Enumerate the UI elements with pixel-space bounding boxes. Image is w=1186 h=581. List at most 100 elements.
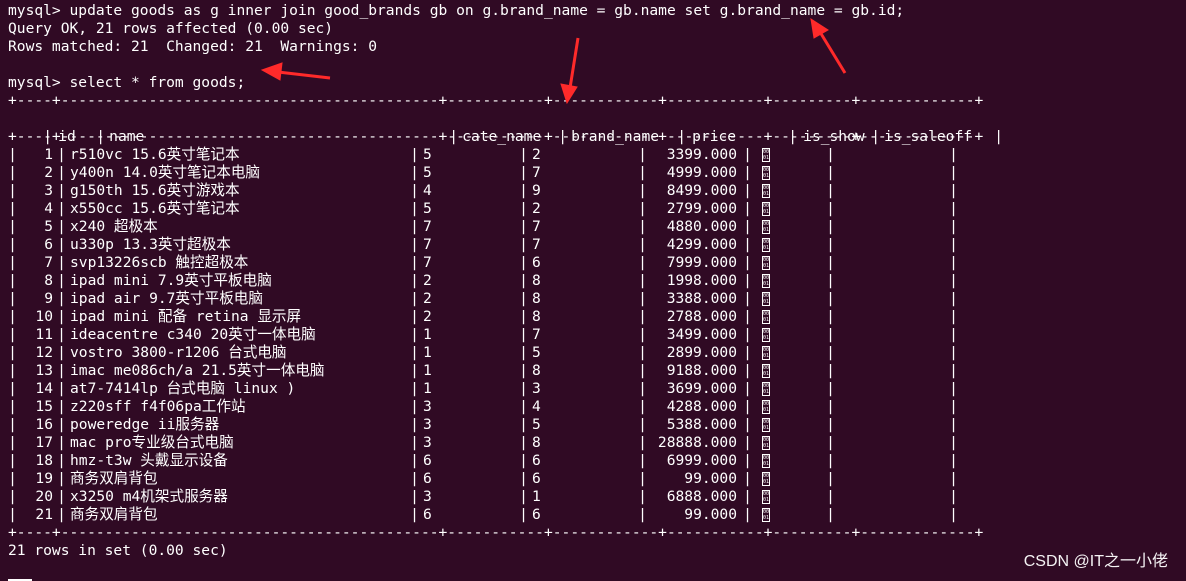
cell-price: 4880.000: [666, 218, 737, 235]
table-row: | 1 | r510vc 15.6英寸笔记本 | 5 | 2 | 3399.000 | 00 01 | |: [8, 146, 958, 163]
cell-cate-name: 3: [423, 488, 432, 505]
cell-brand-name: 7: [532, 218, 541, 235]
binary-value-icon: 00 01: [762, 400, 770, 414]
binary-value-icon: 00 01: [762, 418, 770, 432]
binary-value-icon: 00 01: [762, 436, 770, 450]
table-row: | 18 | hmz-t3w 头戴显示设备 | 6 | 6 | 6999.000 | 00 01 | |: [8, 452, 958, 469]
binary-value-icon: 00 01: [762, 148, 770, 162]
binary-value-icon: 00 01: [762, 364, 770, 378]
table-row: | 2 | y400n 14.0英寸笔记本电脑 | 5 | 7 | 4999.000 | 00 01 | |: [8, 164, 958, 182]
cell-brand-name: 8: [532, 290, 541, 307]
cell-price: 6888.000: [666, 488, 737, 505]
cell-cate-name: 3: [423, 434, 432, 451]
cell-price: 3499.000: [666, 326, 737, 343]
cell-name: ipad mini 7.9英寸平板电脑: [70, 272, 272, 289]
cell-cate-name: 6: [423, 452, 432, 469]
cell-brand-name: 4: [532, 398, 541, 415]
table-row: | 16 | poweredge ii服务器 | 3 | 5 | 5388.000 | 00 01 | |: [8, 416, 958, 434]
cell-id: 1: [44, 146, 53, 163]
cell-name: poweredge ii服务器: [70, 416, 220, 433]
cell-brand-name: 7: [532, 164, 541, 181]
table-row: | 13 | imac me086ch/a 21.5英寸一体电脑 | 1 | 8 | 9188.0…: [8, 362, 958, 379]
cell-name: hmz-t3w 头戴显示设备: [70, 452, 228, 469]
cell-name: vostro 3800-r1206 台式电脑: [70, 344, 287, 361]
cell-id: 19: [35, 470, 53, 487]
cell-brand-name: 5: [532, 416, 541, 433]
cell-price: 2899.000: [666, 344, 737, 361]
table-border-top: +----+----------------------------------…: [8, 92, 984, 109]
cell-id: 20: [35, 488, 53, 505]
cell-id: 18: [35, 452, 53, 469]
cell-is-show: 00 01: [752, 470, 826, 488]
cell-id: 9: [44, 290, 53, 307]
cell-price: 3699.000: [666, 380, 737, 397]
command-update: mysql> update goods as g inner join good…: [8, 2, 905, 19]
cell-name: ipad mini 配备 retina 显示屏: [70, 308, 302, 325]
cell-id: 15: [35, 398, 53, 415]
cell-is-show: 00 01: [752, 164, 826, 182]
cell-name: r510vc 15.6英寸笔记本: [70, 146, 240, 163]
cell-id: 2: [44, 164, 53, 181]
cell-id: 7: [44, 254, 53, 271]
table-row: | 17 | mac pro专业级台式电脑 | 3 | 8 | 28888.000 | 00 01 | |: [8, 434, 958, 451]
cell-name: y400n 14.0英寸笔记本电脑: [70, 164, 261, 181]
table-row: | 4 | x550cc 15.6英寸笔记本 | 5 | 2 | 2799.000 | 00 01 | |: [8, 200, 958, 218]
cell-name: g150th 15.6英寸游戏本: [70, 182, 240, 199]
cell-cate-name: 3: [423, 416, 432, 433]
binary-value-icon: 00 01: [762, 382, 770, 396]
cell-name: mac pro专业级台式电脑: [70, 434, 234, 451]
table-border-bottom: +----+----------------------------------…: [8, 524, 984, 541]
cell-is-show: 00 01: [752, 200, 826, 218]
table-header: | id | name | cate_name | brand_name | price | is_s…: [43, 128, 1004, 145]
cell-brand-name: 5: [532, 344, 541, 361]
terminal-window[interactable]: mysql> update goods as g inner join good…: [8, 2, 1186, 581]
binary-value-icon: 00 01: [762, 454, 770, 468]
cell-price: 4288.000: [666, 398, 737, 415]
cell-is-show: 00 01: [752, 488, 826, 506]
cell-id: 21: [35, 506, 53, 523]
cell-price: 4999.000: [666, 164, 737, 181]
cell-cate-name: 1: [423, 380, 432, 397]
cell-name: svp13226scb 触控超极本: [70, 254, 249, 271]
cell-brand-name: 6: [532, 506, 541, 523]
cell-name: at7-7414lp 台式电脑 linux ): [70, 380, 296, 397]
cell-brand-name: 2: [532, 146, 541, 163]
cell-price: 2788.000: [666, 308, 737, 325]
cell-is-show: 00 01: [752, 236, 826, 254]
cell-brand-name: 2: [532, 200, 541, 217]
cell-id: 12: [35, 344, 53, 361]
cell-cate-name: 5: [423, 200, 432, 217]
table-row: | 19 | 商务双肩背包 | 6 | 6 | 99.000 | 00 01 | |: [8, 470, 958, 488]
cell-name: ideacentre c340 20英寸一体电脑: [70, 326, 316, 343]
cell-price: 6999.000: [666, 452, 737, 469]
cell-brand-name: 8: [532, 362, 541, 379]
cell-id: 17: [35, 434, 53, 451]
cell-id: 4: [44, 200, 53, 217]
cell-id: 8: [44, 272, 53, 289]
cell-name: u330p 13.3英寸超极本: [70, 236, 231, 253]
cell-brand-name: 8: [532, 308, 541, 325]
rows-in-set-line: 21 rows in set (0.00 sec): [8, 542, 228, 559]
cell-price: 1998.000: [666, 272, 737, 289]
binary-value-icon: 00 01: [762, 490, 770, 504]
binary-value-icon: 00 01: [762, 310, 770, 324]
binary-value-icon: 00 01: [762, 166, 770, 180]
cell-cate-name: 6: [423, 470, 432, 487]
cell-is-show: 00 01: [752, 344, 826, 362]
cell-cate-name: 4: [423, 182, 432, 199]
cell-brand-name: 3: [532, 380, 541, 397]
cell-name: 商务双肩背包: [70, 506, 158, 523]
table-row: | 20 | x3250 m4机架式服务器 | 3 | 1 | 6888.000 | 00 01 | |: [8, 488, 958, 506]
table-row: | 5 | x240 超极本 | 7 | 7 | 4880.000 | 00 01 | |: [8, 218, 958, 235]
cell-price: 3399.000: [666, 146, 737, 163]
rows-matched-line: Rows matched: 21 Changed: 21 Warnings: 0: [8, 38, 378, 55]
cell-is-show: 00 01: [752, 416, 826, 434]
cell-brand-name: 1: [532, 488, 541, 505]
cell-is-show: 00 01: [752, 254, 826, 272]
cell-brand-name: 6: [532, 254, 541, 271]
table-row: | 9 | ipad air 9.7英寸平板电脑 | 2 | 8 | 3388.000 | 00 01 |…: [8, 290, 958, 307]
cell-price: 9188.000: [666, 362, 737, 379]
cell-cate-name: 2: [423, 272, 432, 289]
cell-price: 2799.000: [666, 200, 737, 217]
csdn-watermark: CSDN @IT之一小佬: [1023, 553, 1168, 570]
